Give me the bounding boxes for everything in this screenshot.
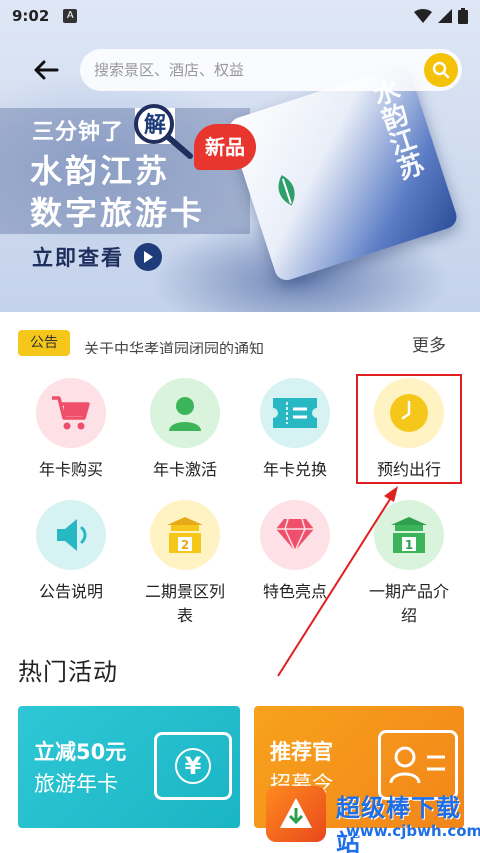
search-icon [432, 61, 450, 79]
user-icon [150, 378, 220, 448]
watermark-url: www.cjbwh.com [346, 822, 480, 840]
grid-label: 二期景区列表 [144, 582, 225, 625]
grid-label: 特色亮点 [262, 582, 327, 601]
hero-subtitle: 三分钟了 [32, 120, 125, 145]
more-link[interactable]: 更多 [412, 331, 446, 356]
svg-text:1: 1 [405, 538, 413, 552]
ticket-icon [260, 378, 330, 448]
search-button[interactable] [424, 53, 458, 87]
notice-tag: 公告 [18, 330, 70, 356]
speaker-icon [36, 500, 106, 570]
play-icon [134, 243, 162, 271]
watermark-logo [266, 786, 326, 842]
gate-2-icon: 2 [150, 500, 220, 570]
grid-label: 年卡激活 [152, 460, 217, 479]
hero-title: 数字旅游卡 [30, 194, 206, 232]
annotation-highlight-box [356, 374, 462, 484]
notification-a-icon: A [63, 9, 78, 23]
grid-item-annual-card-exchange[interactable]: 年卡兑换 [240, 378, 350, 482]
grid-item-announcement[interactable]: 公告说明 [16, 500, 126, 604]
promo-subtitle: 旅游年卡 [34, 772, 118, 796]
notice-bar[interactable]: 公告 关于中华孝道园闭园的通知 更多 [0, 318, 480, 368]
watermark-title: 超级棒下载站 [336, 794, 461, 853]
search-input[interactable] [94, 61, 394, 79]
back-arrow-icon [34, 60, 59, 80]
card-logo [263, 166, 311, 220]
promo-card-annual-card-discount[interactable]: 立减50元 旅游年卡 ¥ [18, 706, 240, 828]
grid-label: 公告说明 [38, 582, 103, 601]
status-bar: 9:02 A [0, 0, 480, 32]
svg-text:2: 2 [181, 538, 189, 552]
status-time: 9:02 [12, 7, 50, 25]
search-bar[interactable] [80, 49, 462, 91]
grid-label: 年卡购买 [38, 460, 103, 479]
status-icons [414, 8, 468, 24]
section-title-hot-activities: 热门活动 [18, 658, 118, 686]
grid-item-annual-card-purchase[interactable]: 年卡购买 [16, 378, 126, 482]
cart-icon [36, 378, 106, 448]
grid-label: 一期产品介绍 [368, 582, 449, 625]
grid-item-phase2-scenic-list[interactable]: 2 二期景区列表 [130, 500, 240, 628]
coupon-icon: ¥ [154, 732, 232, 800]
new-badge: 新品 [194, 124, 256, 170]
leaf-logo-icon [278, 175, 295, 206]
promo-title: 推荐官 [270, 740, 333, 764]
hero-title: 水韵江苏 [30, 152, 171, 190]
hero-banner[interactable]: 三分钟了 解 水韵江苏 数字旅游卡 水韵江苏 新品 立即查看 [0, 0, 480, 312]
view-now-button[interactable]: 立即查看 [32, 242, 162, 272]
gate-1-icon: 1 [374, 500, 444, 570]
diamond-icon [260, 500, 330, 570]
grid-item-phase1-product-intro[interactable]: 1 一期产品介绍 [354, 500, 464, 628]
grid-item-features[interactable]: 特色亮点 [240, 500, 350, 604]
battery-icon [458, 8, 468, 24]
view-now-label: 立即查看 [32, 246, 124, 270]
grid-item-annual-card-activation[interactable]: 年卡激活 [130, 378, 240, 482]
back-button[interactable] [28, 52, 64, 88]
wifi-icon [414, 9, 432, 23]
signal-icon [438, 9, 452, 23]
grid-label: 年卡兑换 [262, 460, 327, 479]
notice-text[interactable]: 关于中华孝道园闭园的通知 [84, 332, 364, 354]
promo-title: 立减50元 [34, 740, 127, 764]
